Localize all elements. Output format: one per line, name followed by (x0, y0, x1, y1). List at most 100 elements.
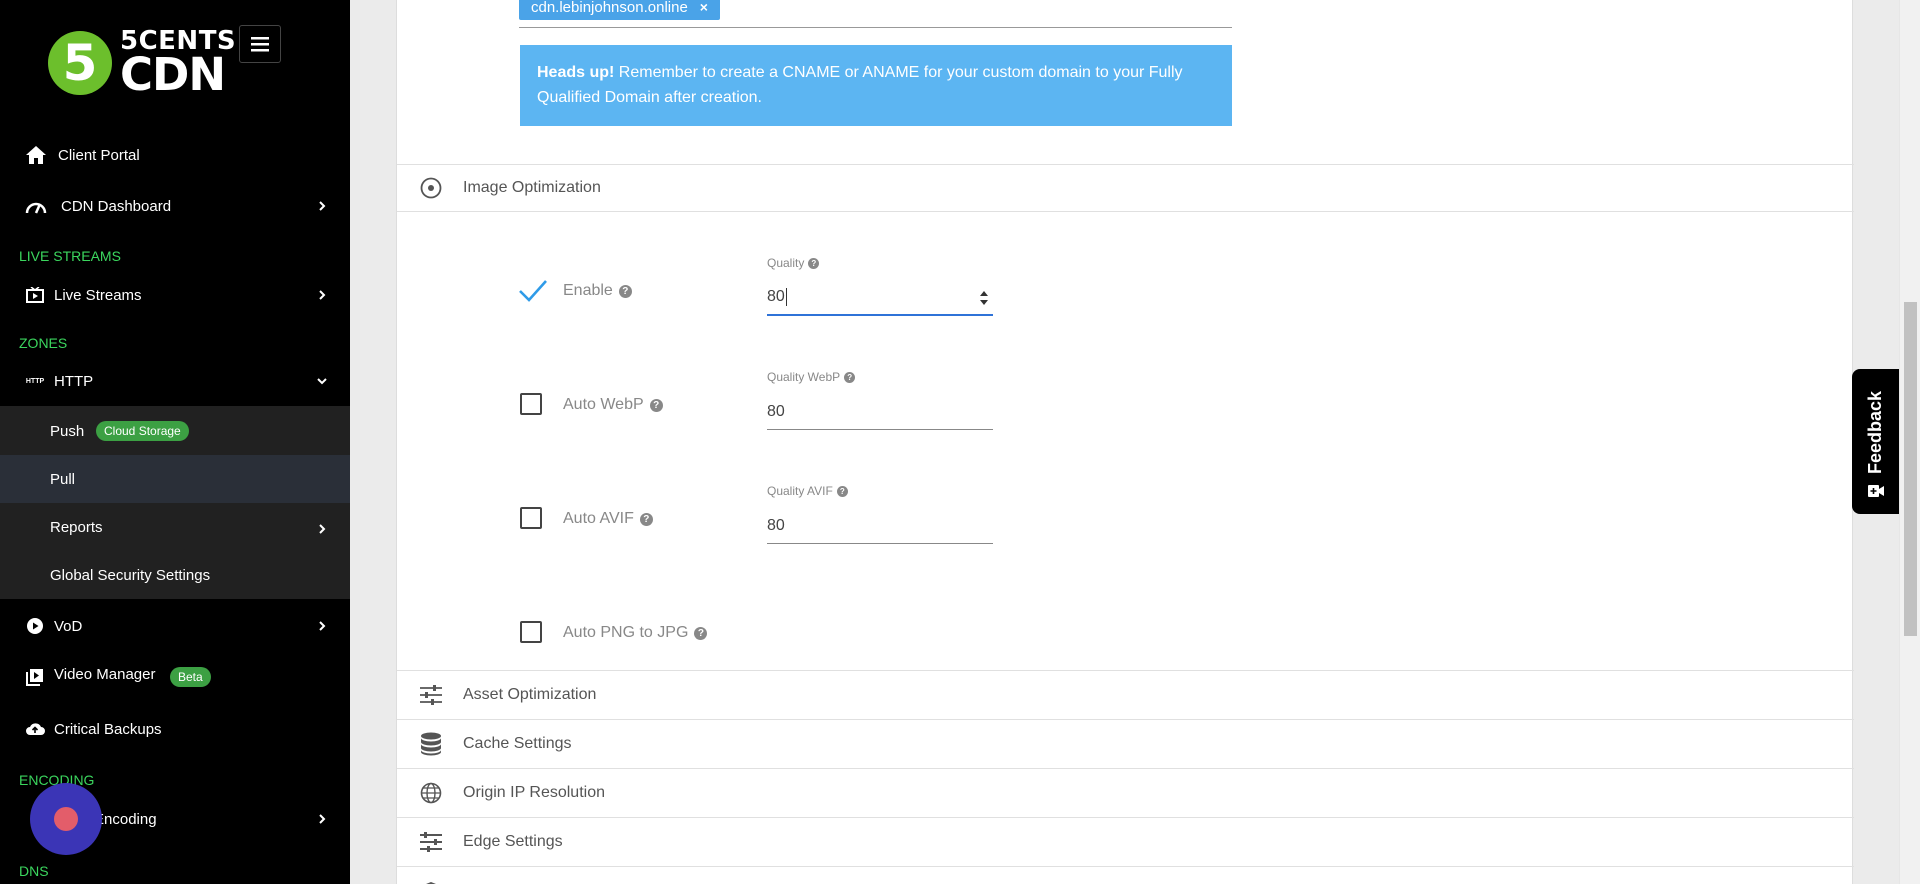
globe-icon (419, 781, 443, 805)
quality-webp-label: Quality WebP ? (767, 370, 993, 384)
checkbox-checked-icon[interactable] (518, 276, 548, 306)
section-title: Image Optimization (463, 179, 601, 196)
sidebar-item-label: Encoding (94, 810, 157, 828)
logo-mark: 5 (48, 30, 112, 95)
brand-logo[interactable]: 5 5CENTS CDN (48, 28, 236, 97)
sliders-icon (419, 683, 443, 707)
quality-webp-label-text: Quality WebP (767, 370, 841, 384)
feedback-label: Feedback (1865, 390, 1886, 475)
alert-text: Remember to create a CNAME or ANAME for … (537, 64, 1183, 106)
database-icon (419, 732, 443, 756)
home-icon (25, 144, 47, 166)
logo-line-2: CDN (120, 48, 226, 101)
sidebar-item-vod[interactable]: VoD (0, 614, 350, 638)
sidebar-item-client-portal[interactable]: Client Portal (0, 143, 350, 167)
domain-chip-label: cdn.lebinjohnson.online (531, 0, 688, 16)
enable-label: Enable ? (563, 282, 632, 300)
domain-chip: cdn.lebinjohnson.online × (519, 0, 720, 20)
help-icon[interactable]: ? (618, 284, 632, 298)
sidebar-item-label: Global Security Settings (50, 566, 211, 584)
sidebar-item-pull[interactable]: Pull (0, 455, 350, 503)
section-heading-live-streams: LIVE STREAMS (19, 248, 121, 264)
quality-avif-field: Quality AVIF ? 80 (767, 484, 993, 544)
section-origin-ip-resolution[interactable]: Origin IP Resolution (397, 768, 1854, 817)
auto-png-checkbox[interactable] (520, 621, 542, 643)
auto-avif-label: Auto AVIF ? (563, 510, 653, 528)
sidebar-item-live-streams[interactable]: Live Streams (0, 283, 350, 307)
radio-target-icon (419, 176, 443, 200)
screen-record-button[interactable] (30, 783, 102, 855)
help-icon[interactable]: ? (694, 626, 708, 640)
section-next-partial[interactable] (397, 866, 1854, 884)
sidebar-item-label: Critical Backups (54, 720, 162, 738)
text-caret (785, 288, 787, 306)
section-title: Cache Settings (463, 735, 572, 752)
auto-avif-checkbox[interactable] (520, 507, 542, 529)
help-icon[interactable]: ? (844, 371, 856, 383)
sidebar-item-label: VoD (54, 617, 83, 635)
option-row-enable: Enable ? Quality ? 80 (397, 252, 1854, 332)
section-asset-optimization[interactable]: Asset Optimization (397, 670, 1854, 719)
record-icon (54, 807, 78, 831)
sidebar-item-label: Reports (50, 518, 103, 536)
live-tv-icon (24, 284, 46, 306)
help-icon[interactable]: ? (808, 257, 820, 269)
sidebar-item-http[interactable]: HTTP HTTP (0, 369, 350, 393)
sidebar-item-push[interactable]: Push Cloud Storage (0, 407, 350, 455)
quality-avif-value: 80 (767, 516, 785, 534)
sidebar-item-critical-backups[interactable]: Critical Backups (0, 717, 350, 741)
help-icon[interactable]: ? (649, 398, 663, 412)
heads-up-alert: Heads up! Remember to create a CNAME or … (520, 45, 1232, 126)
gauge-icon (25, 195, 47, 217)
chevron-right-icon (319, 814, 326, 824)
sidebar-item-global-security-settings[interactable]: Global Security Settings (0, 551, 350, 599)
help-icon[interactable]: ? (639, 512, 653, 526)
section-heading-zones: ZONES (19, 335, 68, 351)
section-cache-settings[interactable]: Cache Settings (397, 719, 1854, 768)
sidebar-item-label: Client Portal (58, 146, 140, 164)
sidebar-item-label: HTTP (54, 372, 94, 390)
video-library-icon (24, 666, 46, 688)
help-icon[interactable]: ? (836, 485, 848, 497)
auto-webp-checkbox[interactable] (520, 393, 542, 415)
main-content: cdn.lebinjohnson.online × Heads up! Reme… (350, 0, 1920, 884)
sidebar-item-video-manager[interactable]: Video Manager Beta (0, 664, 350, 690)
sidebar-item-cdn-dashboard[interactable]: CDN Dashboard (0, 194, 350, 218)
menu-toggle-button[interactable] (239, 25, 281, 63)
tune-icon (419, 830, 443, 854)
hamburger-icon (251, 37, 269, 52)
page-scrollbar[interactable] (1899, 0, 1920, 884)
feedback-tab[interactable]: Feedback (1852, 369, 1900, 514)
quality-field: Quality ? 80 (767, 256, 993, 316)
remove-chip-icon[interactable]: × (700, 0, 708, 15)
custom-domain-field[interactable]: cdn.lebinjohnson.online × (519, 0, 1232, 28)
quality-avif-label: Quality AVIF ? (767, 484, 993, 498)
sidebar-item-reports[interactable]: Reports (0, 503, 350, 551)
section-title: Asset Optimization (463, 686, 597, 703)
auto-avif-label-text: Auto AVIF (563, 510, 634, 527)
quality-input[interactable]: 80 (767, 280, 993, 316)
section-title: Origin IP Resolution (463, 784, 605, 801)
number-stepper-icon[interactable] (979, 290, 989, 306)
quality-label: Quality ? (767, 256, 993, 270)
section-image-optimization[interactable]: Image Optimization (397, 164, 1854, 212)
alert-strong: Heads up! (537, 64, 615, 81)
enable-label-text: Enable (563, 282, 613, 299)
http-icon: HTTP (25, 377, 45, 385)
chevron-right-icon (319, 524, 326, 534)
auto-png-label-text: Auto PNG to JPG (563, 624, 689, 641)
zone-settings-card: cdn.lebinjohnson.online × Heads up! Reme… (396, 0, 1854, 884)
sidebar-item-label: Push (50, 422, 85, 440)
chevron-down-icon (317, 378, 327, 385)
quality-webp-input[interactable]: 80 (767, 394, 993, 430)
auto-webp-label: Auto WebP ? (563, 396, 663, 414)
section-edge-settings[interactable]: Edge Settings (397, 817, 1854, 866)
sidebar-item-label: CDN Dashboard (61, 197, 172, 215)
quality-webp-field: Quality WebP ? 80 (767, 370, 993, 430)
quality-avif-label-text: Quality AVIF (767, 484, 833, 498)
scrollbar-thumb[interactable] (1904, 302, 1917, 636)
option-row-auto-webp: Auto WebP ? Quality WebP ? 80 (397, 366, 1854, 446)
chevron-right-icon (319, 201, 326, 211)
option-row-auto-avif: Auto AVIF ? Quality AVIF ? 80 (397, 480, 1854, 560)
quality-avif-input[interactable]: 80 (767, 508, 993, 544)
